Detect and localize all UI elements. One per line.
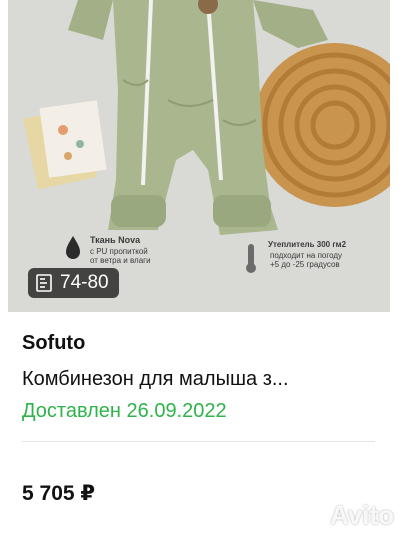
listing-title[interactable]: Комбинезон для малыша з... (22, 368, 382, 391)
fabric-desc-2: от ветра и влаги (90, 256, 151, 265)
watermark-text: Avito (330, 500, 395, 530)
seller-name[interactable]: Sofuto (22, 332, 85, 355)
size-badge: 74-80 (28, 268, 119, 298)
insulation-desc-2: +5 до -25 градусов (270, 260, 340, 269)
fabric-title: Ткань Nova (90, 235, 141, 245)
listing-card[interactable]: Ткань Nova с PU пропиткой от ветра и вла… (0, 0, 405, 540)
size-badge-label: 74-80 (60, 272, 109, 293)
ruler-icon (36, 274, 52, 292)
insulation-desc-1: подходит на погоду (270, 251, 343, 260)
insulation-title: Утеплитель 300 гм2 (268, 240, 347, 249)
fabric-desc-1: с PU пропиткой (90, 247, 148, 256)
product-image[interactable]: Ткань Nova с PU пропиткой от ветра и вла… (8, 0, 390, 312)
divider (22, 441, 375, 442)
avito-watermark: Avito (292, 500, 394, 531)
price: 5 705 ₽ (22, 482, 95, 505)
delivery-status: Доставлен 26.09.2022 (22, 400, 227, 422)
avito-logo-icon (294, 504, 324, 528)
